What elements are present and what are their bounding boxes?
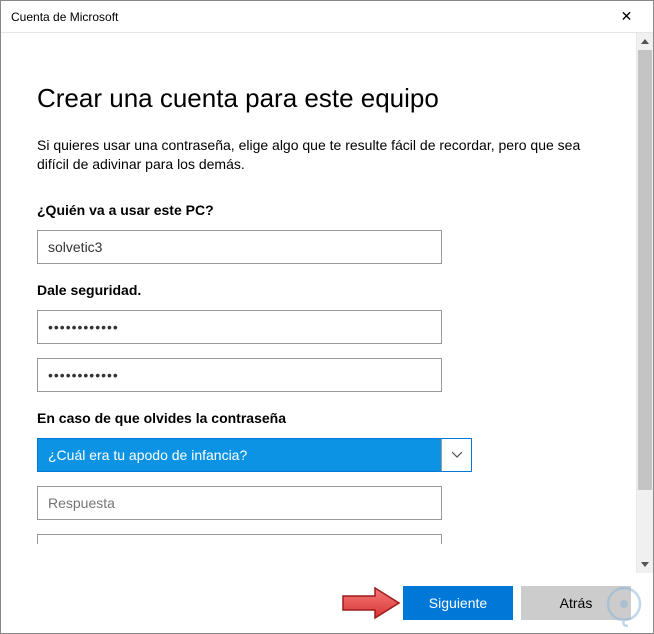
- close-button[interactable]: ✕: [604, 2, 649, 32]
- footer-bar: Siguiente Atrás: [1, 573, 653, 633]
- next-button[interactable]: Siguiente: [403, 586, 513, 620]
- scroll-down-button[interactable]: [637, 556, 653, 573]
- titlebar: Cuenta de Microsoft ✕: [1, 1, 653, 33]
- username-input[interactable]: [37, 230, 442, 264]
- security-answer-input[interactable]: [37, 486, 442, 520]
- content-area: Crear una cuenta para este equipo Si qui…: [1, 33, 636, 573]
- who-label: ¿Quién va a usar este PC?: [37, 202, 606, 218]
- security-label: Dale seguridad.: [37, 282, 606, 298]
- scroll-thumb[interactable]: [638, 50, 652, 490]
- select-value: ¿Cuál era tu apodo de infancia?: [38, 439, 441, 471]
- window-title: Cuenta de Microsoft: [11, 10, 604, 24]
- back-button[interactable]: Atrás: [521, 586, 631, 620]
- password-input[interactable]: [37, 310, 442, 344]
- arrow-annotation-icon: [341, 584, 403, 622]
- security-question-select[interactable]: ¿Cuál era tu apodo de infancia?: [37, 438, 472, 472]
- content-wrap: Crear una cuenta para este equipo Si qui…: [1, 33, 653, 573]
- page-heading: Crear una cuenta para este equipo: [37, 83, 606, 114]
- scroll-up-button[interactable]: [637, 33, 653, 50]
- dialog-window: Cuenta de Microsoft ✕ Crear una cuenta p…: [0, 0, 654, 634]
- password-confirm-input[interactable]: [37, 358, 442, 392]
- page-description: Si quieres usar una contraseña, elige al…: [37, 136, 606, 174]
- chevron-down-icon[interactable]: [441, 439, 471, 471]
- vertical-scrollbar[interactable]: [636, 33, 653, 573]
- partial-next-field: [37, 534, 442, 544]
- forgot-label: En caso de que olvides la contraseña: [37, 410, 606, 426]
